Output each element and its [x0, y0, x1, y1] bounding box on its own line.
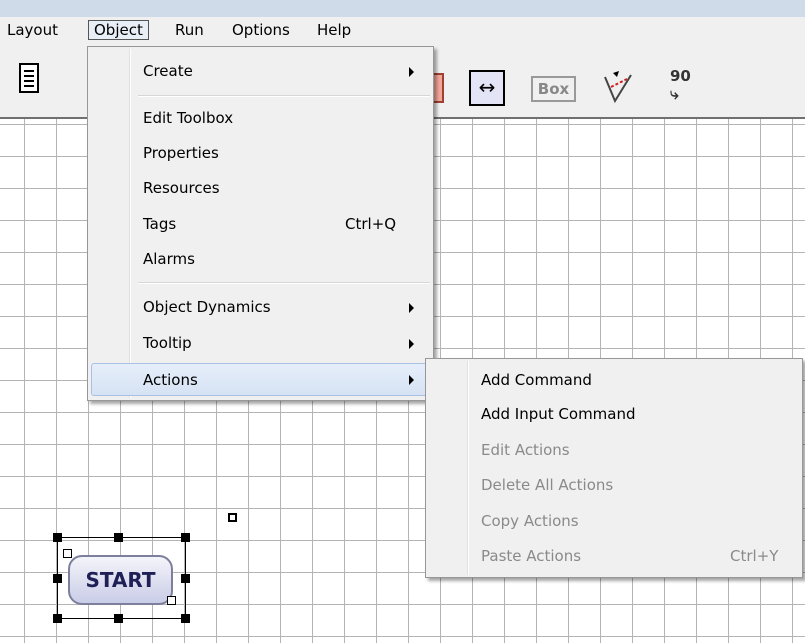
menu-object[interactable]: Object [88, 20, 149, 40]
corner-marker-icon [63, 549, 72, 558]
menu-item-delete-all-actions: Delete All Actions [429, 469, 799, 502]
box-icon-label: Box [537, 80, 570, 98]
menu-item-resources[interactable]: Resources [91, 172, 430, 205]
resize-handle[interactable] [181, 614, 190, 623]
resize-handle[interactable] [114, 533, 123, 542]
start-button[interactable]: START [68, 555, 173, 605]
menu-item-shortcut: Ctrl+Q [345, 215, 397, 233]
menu-help[interactable]: Help [312, 20, 356, 40]
menu-options-label: Options [232, 21, 290, 39]
menu-item-edit-actions: Edit Actions [429, 434, 799, 467]
menu-run[interactable]: Run [170, 20, 209, 40]
menu-item-object-dynamics[interactable]: Object Dynamics [91, 291, 430, 324]
menu-item-label: Add Command [481, 371, 592, 389]
box-icon[interactable]: Box [531, 76, 576, 102]
rotate-icon[interactable]: 90 ⤷ [664, 67, 710, 107]
menu-item-actions[interactable]: Actions [91, 363, 430, 396]
menu-bar: Layout Object Run Options Help [0, 17, 805, 43]
menu-item-label: Edit Toolbox [143, 109, 234, 127]
menu-item-label: Paste Actions [481, 547, 582, 565]
menu-run-label: Run [175, 21, 204, 39]
menu-item-label: Properties [143, 144, 219, 162]
menu-item-label: Tags [143, 215, 177, 233]
menu-item-add-command[interactable]: Add Command [429, 364, 799, 397]
menu-layout[interactable]: Layout [2, 20, 63, 40]
menu-item-label: Tooltip [143, 334, 192, 352]
menu-item-add-input-command[interactable]: Add Input Command [429, 398, 799, 431]
resize-handle[interactable] [53, 574, 62, 583]
menu-options[interactable]: Options [227, 20, 295, 40]
resize-handle[interactable] [53, 614, 62, 623]
submenu-arrow-icon [409, 375, 414, 385]
menu-item-label: Copy Actions [481, 512, 579, 530]
menu-item-paste-actions: Paste Actions Ctrl+Y [429, 540, 799, 573]
menu-item-label: Actions [143, 371, 198, 389]
object-menu: Create Edit Toolbox Properties Resources… [87, 46, 434, 401]
resize-handle[interactable] [181, 533, 190, 542]
menu-item-alarms[interactable]: Alarms [91, 243, 430, 276]
resize-handle[interactable] [114, 614, 123, 623]
menu-help-label: Help [317, 21, 352, 39]
actions-submenu: Add Command Add Input Command Edit Actio… [425, 358, 803, 578]
menu-item-tooltip[interactable]: Tooltip [91, 327, 430, 360]
submenu-arrow-icon [409, 67, 414, 77]
menu-object-label: Object [94, 21, 143, 39]
horizontal-arrow-icon[interactable]: ↔ [469, 70, 505, 106]
menu-item-label: Add Input Command [481, 405, 636, 423]
menu-layout-label: Layout [7, 21, 58, 39]
rotation-handle[interactable] [228, 513, 237, 522]
document-icon[interactable] [19, 63, 39, 93]
start-button-label: START [85, 568, 156, 592]
resize-handle[interactable] [53, 533, 62, 542]
menu-item-label: Alarms [143, 250, 195, 268]
menu-item-copy-actions: Copy Actions [429, 505, 799, 538]
menu-item-label: Create [143, 62, 193, 80]
window-title-strip [0, 0, 805, 17]
submenu-arrow-icon [409, 339, 414, 349]
menu-item-shortcut: Ctrl+Y [730, 547, 779, 565]
menu-item-label: Delete All Actions [481, 476, 614, 494]
menu-item-label: Edit Actions [481, 441, 570, 459]
menu-item-label: Resources [143, 179, 220, 197]
menu-item-create[interactable]: Create [91, 55, 430, 88]
menu-item-label: Object Dynamics [143, 298, 271, 316]
rotate-icon-label: 90 [670, 67, 691, 85]
submenu-arrow-icon [409, 303, 414, 313]
corner-marker-icon [167, 596, 176, 605]
trend-icon[interactable] [601, 69, 635, 107]
menu-item-tags[interactable]: Tags Ctrl+Q [91, 208, 430, 241]
menu-item-properties[interactable]: Properties [91, 137, 430, 170]
menu-item-edit-toolbox[interactable]: Edit Toolbox [91, 102, 430, 135]
resize-handle[interactable] [181, 574, 190, 583]
